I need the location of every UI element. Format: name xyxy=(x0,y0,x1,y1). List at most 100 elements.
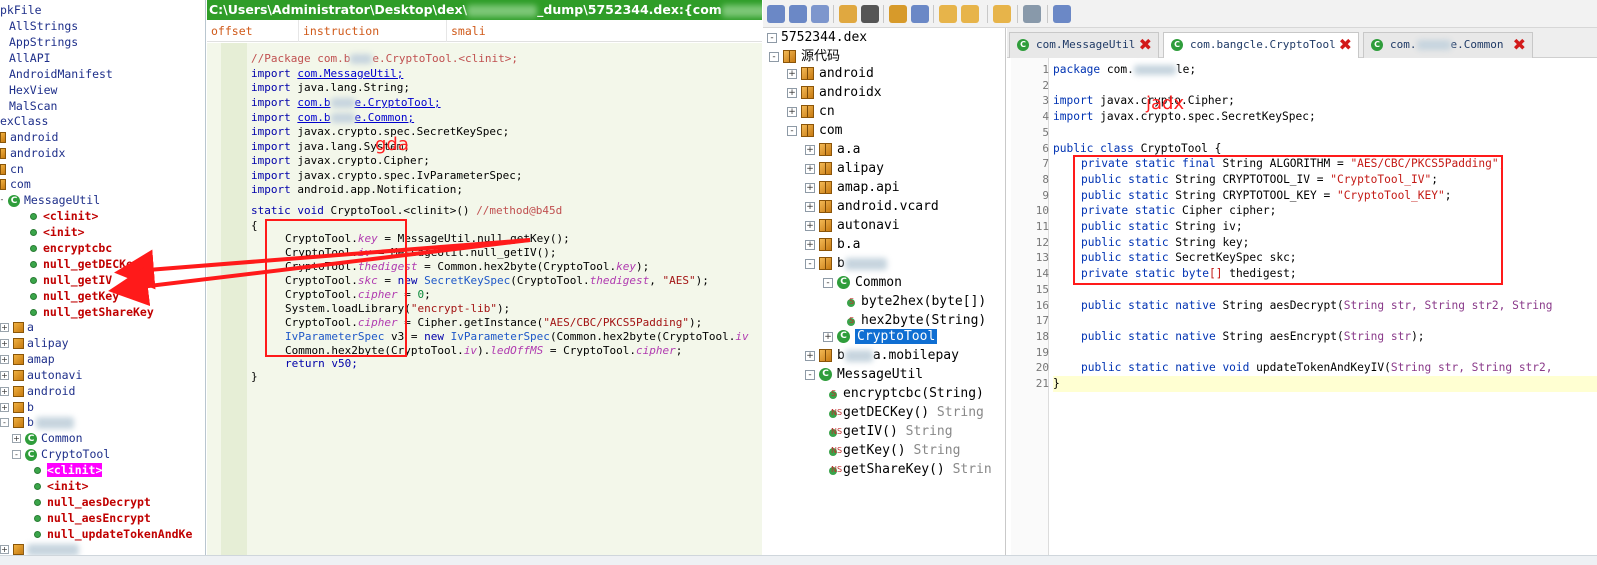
jtree-a-a[interactable]: + a.a xyxy=(805,140,860,159)
expand-icon[interactable]: + xyxy=(805,163,815,174)
expand-icon[interactable]: + xyxy=(0,355,9,364)
jtree-b-mobilepay[interactable]: + b a.mobilepay xyxy=(805,346,959,365)
collapse-icon[interactable]: - xyxy=(805,258,815,269)
sync-icon[interactable] xyxy=(839,5,857,23)
flatten-icon[interactable] xyxy=(861,5,879,23)
tree-pkg-androidx[interactable]: androidx xyxy=(0,145,65,161)
jtree-getsharekey[interactable]: NS getShareKey() Strin xyxy=(827,460,992,479)
log-icon[interactable] xyxy=(1023,5,1041,23)
close-icon[interactable]: ✖ xyxy=(1139,33,1152,57)
tree-method-ct-clinit[interactable]: <clinit> xyxy=(34,462,103,478)
jtree-android-vcard[interactable]: + android.vcard xyxy=(805,197,939,216)
collapse-icon[interactable]: - xyxy=(805,369,815,380)
tree-all-strings[interactable]: AllStrings xyxy=(9,18,78,34)
back-arrow-icon[interactable] xyxy=(939,5,957,23)
tree-method-mu-encryptcbc[interactable]: encryptcbc xyxy=(30,240,112,256)
expand-icon[interactable]: + xyxy=(0,387,9,396)
tree-method-mu-null-getdeckey[interactable]: null_getDECKey xyxy=(30,256,140,272)
tree-dex-class[interactable]: exClass xyxy=(0,113,48,129)
expand-icon[interactable]: + xyxy=(805,239,815,250)
tree-pkg-android[interactable]: android xyxy=(0,129,58,145)
tree-pkg-b[interactable]: + b xyxy=(0,399,34,415)
tree-class-common[interactable]: + C Common xyxy=(12,430,83,446)
tree-pkg-com[interactable]: com xyxy=(0,176,31,192)
collapse-icon[interactable]: - xyxy=(769,51,779,62)
tree-pkg-amap[interactable]: + amap xyxy=(0,351,55,367)
jadx-class-tree[interactable]: -5752344.dex - 源代码 + android + androidx + cn… xyxy=(763,28,1006,555)
collapse-icon[interactable]: - xyxy=(767,32,777,43)
expand-icon[interactable]: + xyxy=(805,182,815,193)
jtree-messageutil[interactable]: - C MessageUtil xyxy=(805,365,923,384)
tree-pkg-b-expanded[interactable]: -b xyxy=(0,414,74,430)
expand-icon[interactable]: + xyxy=(805,144,815,155)
tree-method-mu-init[interactable]: <init> xyxy=(30,224,85,240)
jtree-alipay[interactable]: + alipay xyxy=(805,159,884,178)
tree-method-mu-null-getkey[interactable]: null_getKey xyxy=(30,288,119,304)
collapse-icon[interactable]: - xyxy=(0,418,9,427)
close-icon[interactable]: ✖ xyxy=(1339,33,1352,57)
tree-pkg-autonavi[interactable]: + autonavi xyxy=(0,367,82,383)
jtree-androidx[interactable]: + androidx xyxy=(787,83,882,102)
tree-android-manifest[interactable]: AndroidManifest xyxy=(9,66,113,82)
tree-hex-view[interactable]: HexView xyxy=(9,82,57,98)
tree-apk-file[interactable]: pkFile xyxy=(0,2,42,18)
decompile-icon[interactable] xyxy=(993,5,1011,23)
expand-icon[interactable]: + xyxy=(787,87,797,98)
expand-icon[interactable]: + xyxy=(0,545,9,554)
tree-method-mu-clinit[interactable]: <clinit> xyxy=(30,208,98,224)
close-icon[interactable]: ✖ xyxy=(1513,33,1526,57)
jtree-amap-api[interactable]: + amap.api xyxy=(805,178,900,197)
forward-arrow-icon[interactable] xyxy=(961,5,979,23)
search-text-icon[interactable] xyxy=(889,5,907,23)
jtree-root[interactable]: -5752344.dex xyxy=(767,28,867,47)
tree-all-api[interactable]: AllAPI xyxy=(9,50,51,66)
expand-icon[interactable]: + xyxy=(787,106,797,117)
jtree-byte2hex[interactable]: Sbyte2hex(byte[]) xyxy=(845,292,986,311)
tree-app-strings[interactable]: AppStrings xyxy=(9,34,78,50)
tree-method-ct-init[interactable]: <init> xyxy=(34,478,89,494)
tree-class-cryptotool[interactable]: - C CryptoTool xyxy=(12,446,110,462)
tree-pkg-a[interactable]: + a xyxy=(0,319,34,335)
tree-pkg-cn[interactable]: cn xyxy=(0,161,24,177)
tree-method-mu-null-getiv[interactable]: null_getIV xyxy=(30,272,112,288)
tree-pkg-android-2[interactable]: + android xyxy=(0,383,75,399)
tree-method-ct-null-aesencrypt[interactable]: null_aesEncrypt xyxy=(34,510,151,526)
preferences-icon[interactable] xyxy=(1053,5,1071,23)
jtree-common[interactable]: - C Common xyxy=(823,273,902,292)
jtree-autonavi[interactable]: + autonavi xyxy=(805,216,900,235)
tab-messageutil[interactable]: Ccom.MessageUtil ✖ xyxy=(1009,32,1159,58)
jtree-b-pkg[interactable]: -b xyxy=(805,254,887,273)
jtree-com[interactable]: - com xyxy=(787,121,842,140)
tab-cryptotool[interactable]: Ccom.bangcle.CryptoTool ✖ xyxy=(1163,32,1359,59)
expand-icon[interactable]: + xyxy=(0,403,9,412)
collapse-icon[interactable]: - xyxy=(787,125,797,136)
tree-pkg-redacted[interactable]: + xyxy=(0,541,79,555)
expand-icon[interactable]: + xyxy=(0,371,9,380)
gda-class-tree[interactable]: pkFile AllStrings AppStrings AllAPI Andr… xyxy=(0,0,206,555)
jadx-code-area[interactable]: 1 2 3 4 5 6 7 8 9 10 11 12 13 14 15 16 1… xyxy=(1007,58,1597,555)
tree-method-ct-null-updatetokenandkeyiv[interactable]: null_updateTokenAndKe xyxy=(34,526,192,542)
tree-mal-scan[interactable]: MalScan xyxy=(9,98,57,114)
expand-icon[interactable]: + xyxy=(787,68,797,79)
jtree-android[interactable]: + android xyxy=(787,64,874,83)
save-icon[interactable] xyxy=(789,5,807,23)
expand-icon[interactable]: + xyxy=(12,434,21,443)
jtree-encryptcbc[interactable]: Sencryptcbc(String) xyxy=(827,384,984,403)
collapse-icon[interactable]: - xyxy=(0,196,4,205)
collapse-icon[interactable]: - xyxy=(823,277,833,288)
tree-class-messageutil[interactable]: - C MessageUtil xyxy=(0,192,100,208)
code-link[interactable]: com.MessageUtil; xyxy=(297,67,403,80)
tree-method-mu-null-getsharekey[interactable]: null_getShareKey xyxy=(30,304,154,320)
jtree-cryptotool[interactable]: + C CryptoTool xyxy=(823,327,938,346)
expand-icon[interactable]: + xyxy=(0,339,9,348)
tree-pkg-alipay[interactable]: + alipay xyxy=(0,335,69,351)
expand-icon[interactable]: + xyxy=(805,201,815,212)
expand-icon[interactable]: + xyxy=(0,323,9,332)
search-class-icon[interactable] xyxy=(911,5,929,23)
code-link[interactable]: com.b xyxy=(297,111,330,124)
collapse-icon[interactable]: - xyxy=(12,450,21,459)
expand-icon[interactable]: + xyxy=(823,331,833,342)
jtree-getkey[interactable]: NS getKey() String xyxy=(827,441,960,460)
jtree-getiv[interactable]: NS getIV() String xyxy=(827,422,953,441)
tab-common[interactable]: Ccom. e.Common ✖ xyxy=(1363,32,1533,58)
